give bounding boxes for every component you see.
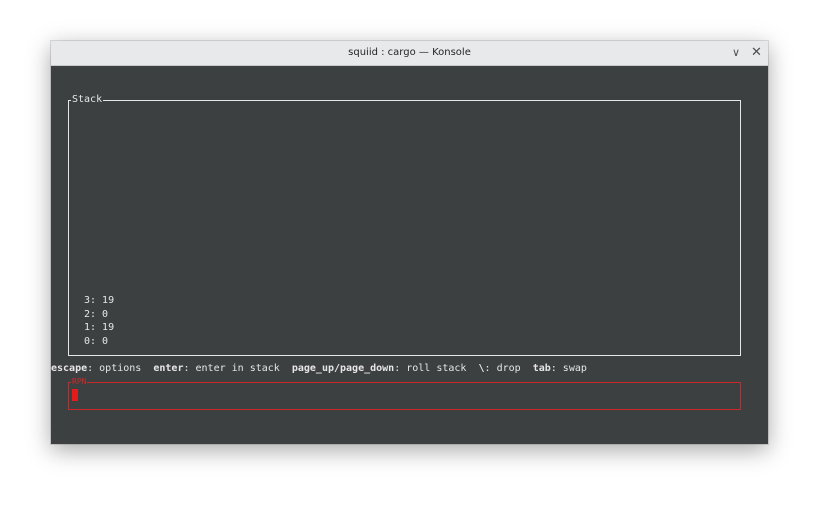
window-title: squiid : cargo — Konsole [348,47,471,58]
keybinding-help: escape: options enter: enter in stack pa… [51,362,587,376]
terminal-area[interactable]: Stack 3: 19 2: 0 1: 19 0: 0 escape: opti… [51,65,768,444]
help-desc-escape: : options [87,363,154,374]
help-key-enter: enter [153,363,184,374]
close-icon[interactable]: ✕ [751,41,762,65]
help-key-escape: escape [51,363,88,374]
help-key-tab: tab [532,363,551,374]
help-desc-tab: : swap [550,363,587,374]
text-cursor [72,389,78,401]
help-key-page: page_up/page_down [291,363,395,374]
stack-panel: Stack 3: 19 2: 0 1: 19 0: 0 [68,94,741,356]
stack-panel-title: Stack [71,94,104,106]
title-bar[interactable]: squiid : cargo — Konsole ∨ ✕ [51,41,768,66]
konsole-window: squiid : cargo — Konsole ∨ ✕ Stack 3: 19… [51,41,768,444]
stack-entry: 2: 0 [84,308,109,320]
help-desc-drop: : drop [484,363,533,374]
rpn-input-title: RPN [71,377,88,387]
minimize-chevron-icon[interactable]: ∨ [732,41,740,65]
stack-entry: 0: 0 [84,335,109,347]
stack-entry: 3: 19 [84,295,115,306]
help-desc-enter: : enter in stack [183,363,292,374]
stack-entry: 1: 19 [84,322,115,333]
help-desc-page: : roll stack [394,363,479,374]
rpn-input-box[interactable]: RPN [68,377,741,410]
stack-list: 3: 19 2: 0 1: 19 0: 0 [84,294,114,348]
